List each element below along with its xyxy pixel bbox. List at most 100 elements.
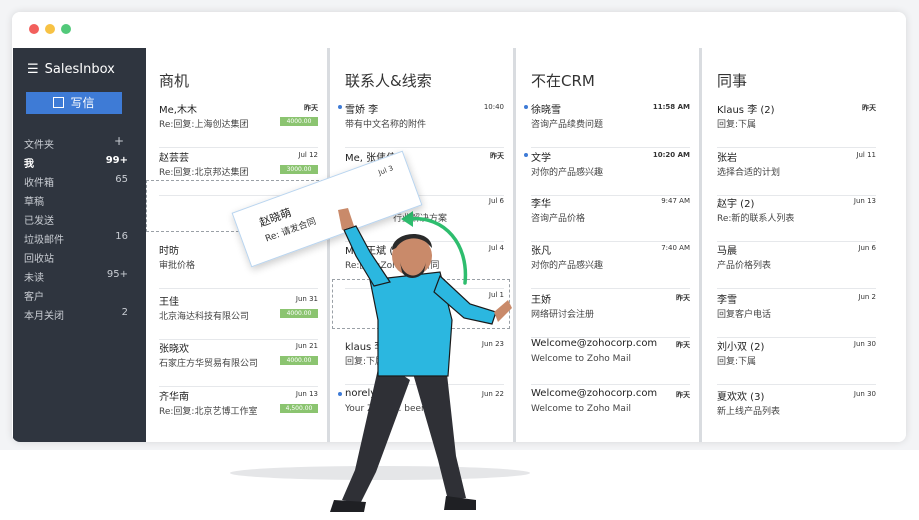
folders-header: 文件夹 +: [24, 134, 124, 151]
hamburger-icon[interactable]: ☰: [27, 62, 39, 77]
close-dot[interactable]: [29, 24, 39, 34]
item-time: Jun 30: [853, 390, 876, 398]
column-title: 商机: [159, 72, 190, 90]
list-item[interactable]: 王佳 Jun 31 北京海达科技有限公司 4000.00: [159, 293, 318, 340]
sidebar-item-trash[interactable]: 回收站: [24, 250, 128, 265]
list-item[interactable]: Welcome@zohocorp.com 昨天 Welcome to Zoho …: [531, 388, 690, 434]
compose-icon: [53, 97, 65, 108]
item-time: 昨天: [676, 341, 690, 349]
item-from: Me,木木: [159, 105, 197, 116]
item-time: 昨天: [490, 152, 504, 160]
sidebar-item-label: 未读: [24, 273, 44, 284]
item-time: 11:58 AM: [652, 103, 690, 111]
plus-icon[interactable]: +: [114, 134, 124, 148]
item-subject: Re:回复:上海创达集团: [159, 120, 249, 130]
sidebar-item-label: 本月关闭: [24, 311, 64, 322]
maximize-dot[interactable]: [61, 24, 71, 34]
item-subject: 回复:下属: [717, 357, 757, 367]
sidebar-item-closed-this-month[interactable]: 本月关闭 2: [24, 307, 128, 322]
column-colleagues: 同事 Klaus 李 (2) 昨天 回复:下属 张岩 Jul 11 选择合适的计…: [704, 48, 883, 442]
compose-label: 写信: [70, 96, 95, 110]
sidebar-item-spam[interactable]: 垃圾邮件 16: [24, 231, 128, 246]
list-item[interactable]: Welcome@zohocorp.com 昨天 Welcome to Zoho …: [531, 338, 690, 385]
item-subject: 北京海达科技有限公司: [159, 312, 250, 322]
item-time: 10:40: [483, 103, 504, 111]
sidebar-item-label: 垃圾邮件: [24, 235, 64, 246]
unread-dot: [524, 153, 528, 157]
item-subject: 回复:下属: [717, 120, 757, 130]
list-item[interactable]: 李华 9:47 AM 咨询产品价格: [531, 195, 690, 242]
item-subject: 对你的产品感兴趣: [531, 261, 604, 271]
sidebar-item-inbox[interactable]: 收件箱 65: [24, 174, 128, 189]
item-subject: Re:回复:北京邦达集团: [159, 168, 249, 178]
amount-tag: 4000.00: [280, 117, 318, 126]
item-time: Jun 30: [853, 340, 876, 348]
folders-header-label: 文件夹: [24, 140, 54, 151]
app-name: SalesInbox: [44, 62, 115, 77]
sidebar-item-count: 95+: [106, 269, 128, 280]
item-from: 文学: [531, 153, 551, 164]
sidebar-item-me[interactable]: 我 99+: [24, 155, 128, 170]
item-time: Jul 12: [298, 151, 318, 159]
item-time: Jun 31: [295, 295, 318, 303]
item-subject: 回复客户电话: [717, 310, 772, 320]
sidebar-item-drafts[interactable]: 草稿: [24, 193, 128, 208]
amount-tag: 4000.00: [280, 309, 318, 318]
item-time: Jul 11: [856, 151, 876, 159]
list-item[interactable]: 张晓欢 Jun 21 石家庄方华贸易有限公司 4000.00: [159, 340, 318, 387]
amount-tag: 4000.00: [280, 356, 318, 365]
sidebar-item-count: 65: [115, 174, 128, 185]
item-time: 昨天: [676, 294, 690, 302]
compose-button[interactable]: 写信: [26, 92, 122, 114]
item-from: 李雪: [717, 295, 737, 306]
item-subject: Welcome to Zoho Mail: [531, 404, 631, 414]
list-item[interactable]: 齐华南 Jun 13 Re:回复:北京艺博工作室 4,500.00: [159, 388, 318, 434]
sidebar-item-label: 草稿: [24, 197, 44, 208]
person-illustration: [330, 208, 512, 512]
item-subject: Re:回复:北京艺博工作室: [159, 407, 258, 417]
list-item[interactable]: 马晨 Jun 6 产品价格列表: [717, 242, 876, 289]
sidebar-item-sent[interactable]: 已发送: [24, 212, 128, 227]
list-item[interactable]: 赵宇 (2) Jun 13 Re:新的联系人列表: [717, 195, 876, 242]
list-item[interactable]: 王娇 昨天 网络研讨会注册: [531, 291, 690, 338]
amount-tag: 4,500.00: [280, 404, 318, 413]
item-from: 徐晓雪: [531, 105, 561, 116]
item-from: Klaus 李 (2): [717, 105, 775, 116]
unread-dot: [338, 105, 342, 109]
list-item[interactable]: 夏欢欢 (3) Jun 30 新上线产品列表: [717, 388, 876, 434]
item-from: 张岩: [717, 153, 737, 164]
dragged-card-time: Jul 3: [377, 164, 395, 177]
list-item[interactable]: 雪娇 李 10:40 带有中文名称的附件: [338, 101, 504, 148]
minimize-dot[interactable]: [45, 24, 55, 34]
item-subject: 带有中文名称的附件: [345, 120, 427, 130]
item-time: 昨天: [304, 104, 318, 112]
sidebar-item-label: 我: [24, 159, 34, 170]
list-item[interactable]: 刘小双 (2) Jun 30 回复:下属: [717, 338, 876, 385]
column-title: 联系人&线索: [345, 72, 432, 90]
item-subject: 对你的产品感兴趣: [531, 168, 604, 178]
item-from: 赵芸芸: [159, 153, 189, 164]
sidebar-item-count: 99+: [105, 155, 128, 166]
title-bar: [12, 12, 906, 48]
item-time: 7:40 AM: [661, 244, 690, 252]
item-subject: 产品价格列表: [717, 261, 772, 271]
list-item[interactable]: 徐晓雪 11:58 AM 咨询产品续费问题: [524, 101, 690, 148]
list-item[interactable]: Me,木木 昨天 Re:回复:上海创达集团 4000.00: [159, 101, 318, 148]
item-from: Welcome@zohocorp.com: [531, 338, 658, 349]
list-item[interactable]: Klaus 李 (2) 昨天 回复:下属: [717, 101, 876, 148]
sidebar-item-customers[interactable]: 客户: [24, 288, 128, 303]
list-item[interactable]: 张凡 7:40 AM 对你的产品感兴趣: [531, 242, 690, 289]
list-item[interactable]: 李雪 Jun 2 回复客户电话: [717, 291, 876, 338]
sidebar-item-count: 2: [121, 307, 128, 318]
item-subject: 石家庄方华贸易有限公司: [159, 359, 259, 369]
brand: ☰ SalesInbox: [27, 62, 115, 77]
item-from: 王佳: [159, 297, 179, 308]
sidebar: ☰ SalesInbox 写信 文件夹 + 我 99+ 收件箱 65 草稿 已发送 垃…: [13, 48, 146, 442]
sidebar-item-count: 16: [115, 231, 128, 242]
sidebar-item-unread[interactable]: 未读 95+: [24, 269, 128, 284]
list-item[interactable]: 文学 10:20 AM 对你的产品感兴趣: [524, 149, 690, 196]
item-from: 刘小双 (2): [717, 342, 765, 353]
item-subject: 网络研讨会注册: [531, 310, 595, 320]
list-item[interactable]: 张岩 Jul 11 选择合适的计划: [717, 149, 876, 196]
item-time: 9:47 AM: [661, 197, 690, 205]
